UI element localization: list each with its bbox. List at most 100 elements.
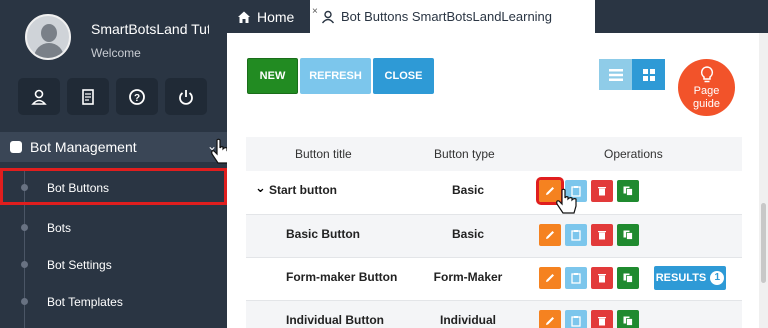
results-label: RESULTS: [655, 272, 707, 284]
copy-button[interactable]: [565, 267, 587, 289]
delete-button[interactable]: [591, 224, 613, 246]
duplicate-button[interactable]: [617, 310, 639, 328]
clipboard-icon: [571, 316, 581, 327]
results-count-badge: 1: [710, 271, 725, 285]
grid-icon: [642, 68, 655, 81]
view-toggle: [599, 59, 665, 90]
tab-home-label: Home: [257, 8, 295, 25]
edit-button[interactable]: [539, 267, 561, 289]
trash-icon: [598, 317, 606, 326]
button-title: Form-maker Button: [286, 270, 398, 284]
sidebar-item-bot-settings[interactable]: Bot Settings: [0, 245, 227, 282]
vertical-scrollbar[interactable]: [759, 33, 768, 328]
column-header-type: Button type: [434, 147, 495, 161]
action-toolbar: NEW REFRESH CLOSE: [247, 58, 434, 94]
edit-button[interactable]: [539, 310, 561, 328]
duplicate-icon: [623, 273, 633, 283]
copy-button[interactable]: [565, 224, 587, 246]
logout-button[interactable]: [165, 78, 207, 115]
results-button[interactable]: RESULTS 1: [654, 266, 726, 290]
column-header-operations: Operations: [604, 147, 663, 161]
help-icon: ?: [129, 88, 145, 105]
button-type: Individual: [439, 313, 496, 327]
table-row[interactable]: ⌄ Start button Basic: [246, 171, 742, 214]
bullet-icon: [21, 298, 28, 305]
delete-button[interactable]: [591, 180, 613, 202]
sidebar-item-bot-buttons[interactable]: Bot Buttons: [0, 168, 227, 205]
duplicate-icon: [623, 186, 633, 196]
tab-bar: Home × Bot Buttons SmartBotsLandLearning: [227, 0, 768, 33]
table-row[interactable]: Form-maker Button Form-Maker RESULTS 1: [246, 257, 742, 300]
grid-view-button[interactable]: [632, 59, 665, 90]
button-title: Start button: [269, 183, 337, 197]
menu-section-label: Bot Management: [30, 139, 137, 155]
avatar[interactable]: [25, 14, 71, 60]
page-guide-label: Page guide: [693, 85, 720, 110]
row-operations: [539, 310, 639, 328]
sidebar: SmartBotsLand Tutorial Welcome ? Bot Man…: [0, 0, 227, 328]
profile-welcome: Welcome: [91, 46, 141, 60]
profile-name: SmartBotsLand Tutorial: [91, 21, 209, 37]
duplicate-button[interactable]: [617, 224, 639, 246]
profile-button[interactable]: [18, 78, 60, 115]
pencil-icon: [546, 231, 554, 239]
duplicate-button[interactable]: [617, 180, 639, 202]
pencil-icon: [546, 317, 554, 325]
table-row[interactable]: Individual Button Individual: [246, 300, 742, 328]
home-icon: [238, 11, 250, 23]
document-icon: [82, 88, 94, 105]
button-type: Basic: [451, 227, 485, 241]
scrollbar-thumb[interactable]: [761, 203, 766, 283]
bullet-icon: [21, 261, 28, 268]
help-button[interactable]: ?: [116, 78, 158, 115]
clipboard-icon: [571, 273, 581, 284]
column-header-title: Button title: [295, 147, 352, 161]
list-view-button[interactable]: [599, 59, 632, 90]
bullet-icon: [21, 224, 28, 231]
trash-icon: [598, 274, 606, 283]
documents-button[interactable]: [67, 78, 109, 115]
copy-button[interactable]: [565, 310, 587, 328]
row-operations: [539, 224, 639, 246]
clipboard-icon: [571, 230, 581, 241]
button-title: Basic Button: [286, 227, 361, 241]
hand-cursor-icon: [556, 188, 577, 214]
button-title: Individual Button: [286, 313, 384, 327]
button-type: Form-Maker: [433, 270, 503, 284]
expand-chevron-icon[interactable]: ⌄: [255, 180, 266, 196]
pencil-icon: [546, 274, 554, 282]
close-tab-icon[interactable]: ×: [312, 6, 318, 17]
button-type: Basic: [451, 183, 485, 197]
sidebar-item-label: Bot Templates: [47, 295, 123, 309]
list-icon: [608, 68, 623, 81]
trash-icon: [598, 187, 606, 196]
refresh-button[interactable]: REFRESH: [300, 58, 371, 94]
sidebar-item-bots[interactable]: Bots: [0, 208, 227, 245]
tab-home[interactable]: Home: [227, 0, 307, 33]
bot-icon: [10, 141, 22, 153]
duplicate-button[interactable]: [617, 267, 639, 289]
user-icon: [31, 89, 47, 105]
delete-button[interactable]: [591, 310, 613, 328]
trash-icon: [598, 231, 606, 240]
quick-buttons: ?: [18, 78, 207, 115]
menu-section-bot-management[interactable]: Bot Management ⌄: [0, 132, 227, 162]
table-row[interactable]: Basic Button Basic: [246, 214, 742, 257]
tab-label: Bot Buttons SmartBotsLandLearning: [341, 9, 553, 24]
duplicate-icon: [623, 316, 633, 326]
duplicate-icon: [623, 230, 633, 240]
close-button[interactable]: CLOSE: [373, 58, 434, 94]
delete-button[interactable]: [591, 267, 613, 289]
main-panel: NEW REFRESH CLOSE Page guide Button titl…: [227, 33, 768, 328]
user-icon: [321, 10, 335, 24]
tab-bot-buttons[interactable]: × Bot Buttons SmartBotsLandLearning: [310, 0, 595, 33]
page-guide-button[interactable]: Page guide: [678, 59, 735, 116]
sidebar-item-label: Bots: [47, 221, 72, 235]
power-icon: [179, 89, 193, 105]
sidebar-item-bot-templates[interactable]: Bot Templates: [0, 282, 227, 319]
edit-button[interactable]: [539, 224, 561, 246]
new-button[interactable]: NEW: [247, 58, 298, 94]
bullet-icon: [21, 184, 28, 191]
sidebar-item-label: Bot Buttons: [47, 181, 110, 195]
row-operations: [539, 267, 639, 289]
